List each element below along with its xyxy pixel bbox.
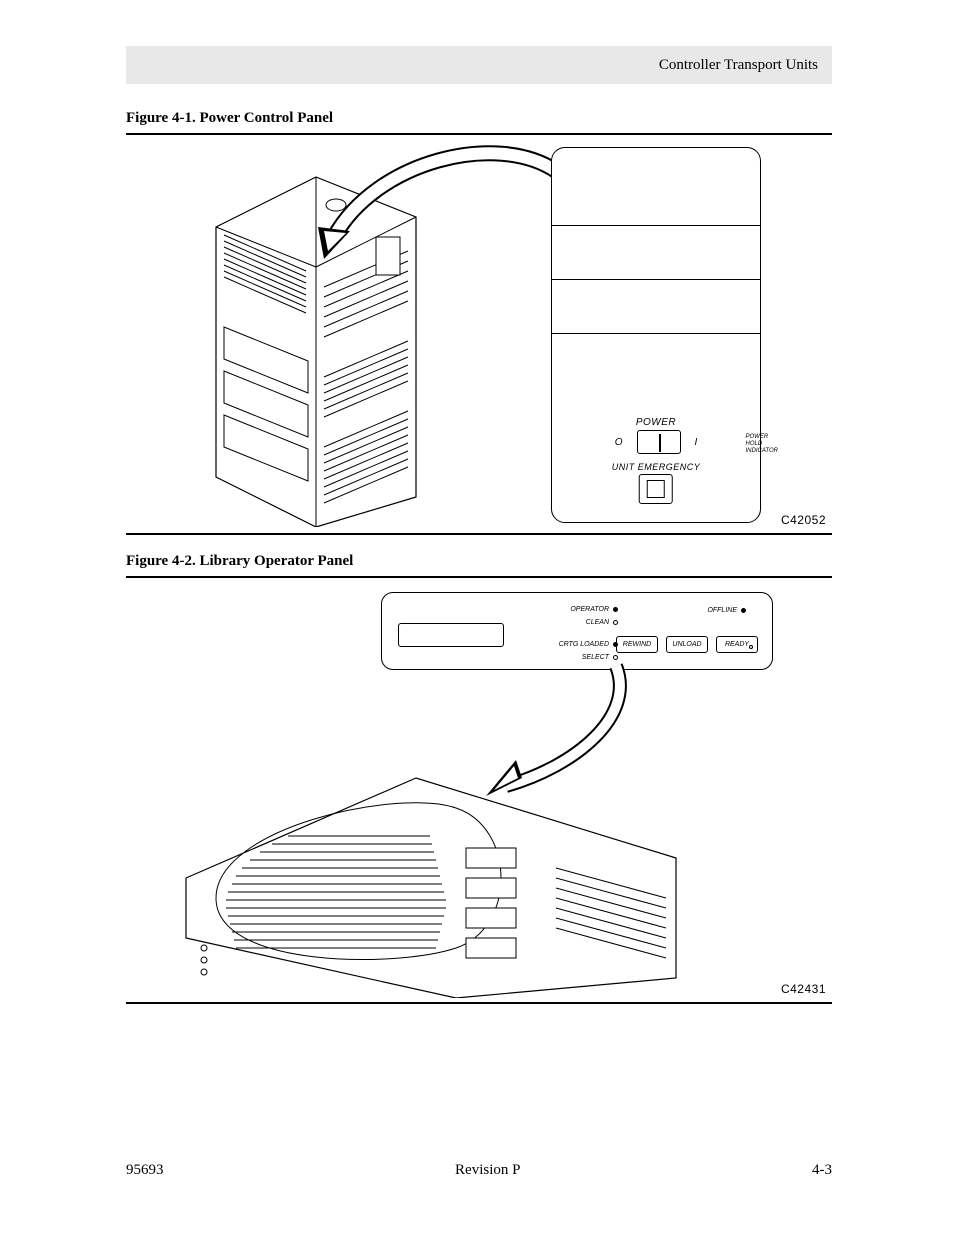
power-switch-group: POWER O POWER HOLD INDICATOR I (596, 417, 716, 454)
figure1-ref: C42052 (781, 513, 826, 527)
clean-led-label: CLEAN (586, 619, 609, 626)
power-hold-indicator-label: POWER HOLD INDICATOR (746, 434, 786, 455)
lcd-display (398, 623, 504, 647)
offline-indicator: OFFLINE (707, 607, 746, 614)
power-off-label: O (615, 437, 623, 448)
rule (126, 1002, 832, 1004)
library-illustration (156, 738, 696, 998)
power-on-label: I (695, 437, 698, 448)
unit-emergency-label: UNIT EMERGENCY (612, 462, 701, 472)
power-label: POWER (596, 417, 716, 428)
figure2-ref: C42431 (781, 982, 826, 996)
unit-emergency-button[interactable] (639, 474, 673, 504)
power-panel-detail: POWER O POWER HOLD INDICATOR I UNIT EMER… (551, 147, 761, 523)
offline-label: OFFLINE (707, 607, 737, 614)
figure1-area: POWER O POWER HOLD INDICATOR I UNIT EMER… (126, 135, 832, 533)
section-title: Controller Transport Units (659, 57, 818, 74)
callout-arrow-icon (316, 141, 576, 271)
unit-emergency-group: UNIT EMERGENCY (612, 462, 701, 504)
ready-button[interactable]: READY (716, 636, 758, 653)
revision-label: Revision P (455, 1162, 520, 1179)
page-header: Controller Transport Units (126, 46, 832, 84)
indicator-column: OPERATOR CLEAN CRTG LOADED SELECT (526, 603, 618, 664)
power-switch[interactable]: POWER HOLD INDICATOR (637, 430, 681, 454)
page-number: 4-3 (812, 1162, 832, 1179)
figure2-area: OPERATOR CLEAN CRTG LOADED SELECT OFFLIN… (126, 578, 832, 1002)
figure1-caption: Figure 4-1. Power Control Panel (126, 110, 832, 127)
unload-button[interactable]: UNLOAD (666, 636, 708, 653)
rewind-button[interactable]: REWIND (616, 636, 658, 653)
page-footer: 95693 Revision P 4-3 (126, 1162, 832, 1179)
doc-number: 95693 (126, 1162, 164, 1179)
panel-button-row: REWIND UNLOAD READY (616, 636, 758, 653)
page-content: Figure 4-1. Power Control Panel (126, 110, 832, 1004)
operator-led-label: OPERATOR (570, 606, 609, 613)
figure2-caption: Figure 4-2. Library Operator Panel (126, 553, 832, 570)
crtg-loaded-led-label: CRTG LOADED (559, 641, 609, 648)
